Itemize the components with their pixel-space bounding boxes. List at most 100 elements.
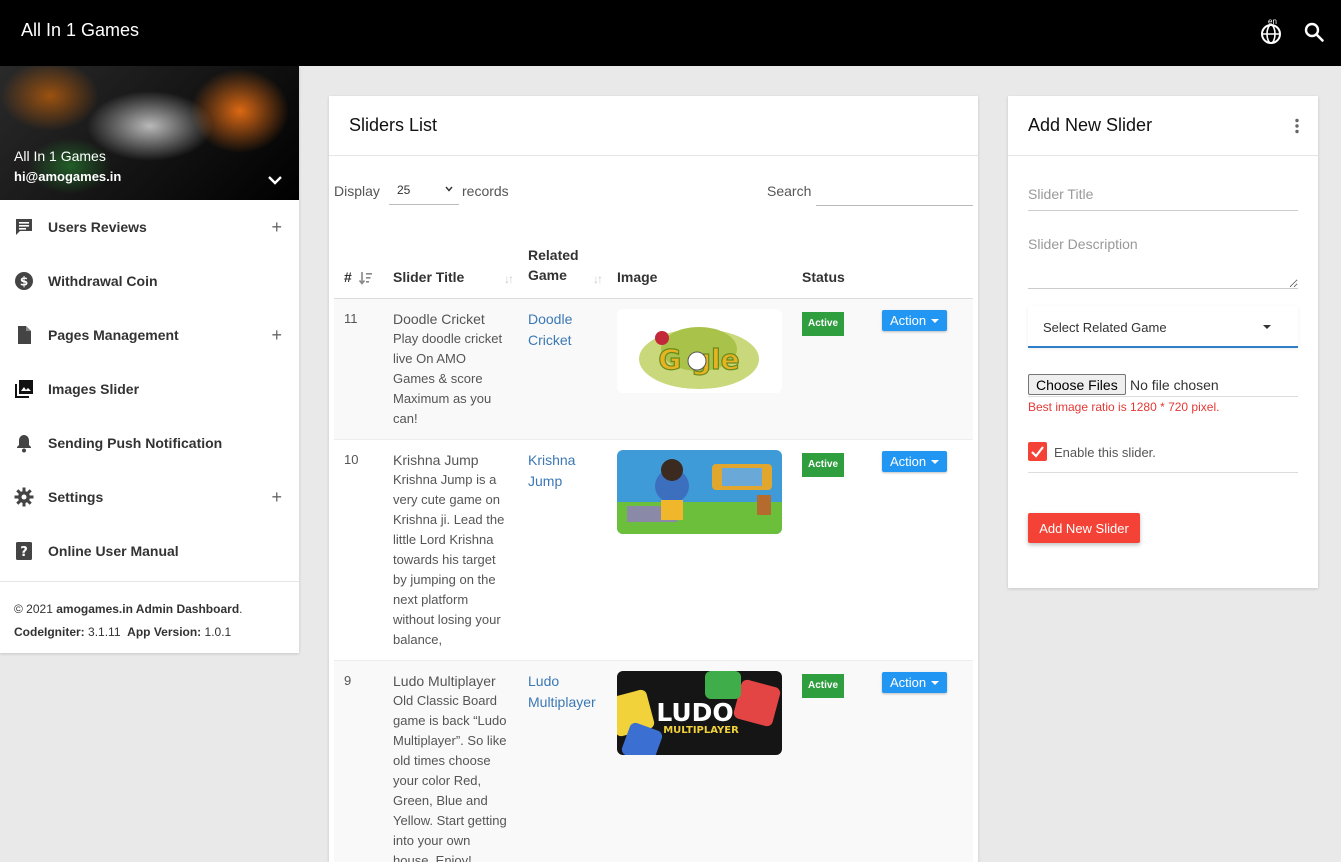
app-version: 1.0.1 bbox=[204, 625, 232, 639]
sidebar-item-settings[interactable]: Settings + bbox=[0, 470, 299, 524]
related-game-link[interactable]: Ludo Multiplayer bbox=[528, 673, 596, 710]
display-label: Display bbox=[334, 183, 380, 199]
sidebar-item-images-slider[interactable]: Images Slider bbox=[0, 362, 299, 416]
column-header-slider-title[interactable]: Slider Title ↓↑ bbox=[383, 236, 518, 299]
profile-menu-toggle[interactable] bbox=[265, 170, 285, 190]
table-row: 9 Ludo Multiplayer Old Classic Board gam… bbox=[334, 660, 973, 862]
slider-description-input[interactable] bbox=[1028, 236, 1298, 289]
search-label: Search bbox=[767, 183, 812, 199]
dollar-icon: $ bbox=[15, 272, 33, 290]
sidebar-item-label: Online User Manual bbox=[48, 543, 179, 559]
file-status: No file chosen bbox=[1130, 377, 1219, 393]
expand-plus-icon[interactable]: + bbox=[271, 487, 282, 507]
search-icon bbox=[1304, 22, 1324, 42]
enable-slider-label[interactable]: Enable this slider. bbox=[1054, 445, 1156, 460]
slider-title-cell: Ludo Multiplayer Old Classic Board game … bbox=[383, 660, 518, 862]
related-game-cell: Ludo Multiplayer bbox=[518, 660, 607, 862]
related-game-link[interactable]: Krishna Jump bbox=[528, 452, 575, 489]
slider-id: 9 bbox=[334, 660, 383, 862]
slider-title: Ludo Multiplayer bbox=[393, 672, 496, 689]
sort-icon: ↓↑ bbox=[593, 271, 603, 286]
enable-slider-checkbox[interactable] bbox=[1028, 442, 1047, 461]
language-button[interactable]: en bbox=[1258, 17, 1284, 45]
chevron-down-icon bbox=[268, 176, 282, 185]
copyright-line: © 2021 amogames.in Admin Dashboard. bbox=[14, 602, 243, 616]
related-game-cell: Doodle Cricket bbox=[518, 298, 607, 440]
slider-title-cell: Doodle Cricket Play doodle cricket live … bbox=[383, 298, 518, 440]
ludo-multiplayer-thumbnail: LUDO MULTIPLAYER bbox=[617, 670, 782, 755]
related-game-link[interactable]: Doodle Cricket bbox=[528, 311, 572, 348]
image-cell bbox=[607, 439, 792, 661]
add-slider-card: Add New Slider Select Related Game Choos… bbox=[1008, 96, 1318, 588]
sidebar-item-withdrawal-coin[interactable]: $ Withdrawal Coin bbox=[0, 254, 299, 308]
svg-text:?: ? bbox=[20, 545, 28, 560]
table-search-input[interactable] bbox=[816, 177, 973, 206]
profile-email: hi@amogames.in bbox=[14, 169, 122, 184]
records-per-page-select[interactable]: 25 bbox=[389, 177, 459, 205]
expand-plus-icon[interactable]: + bbox=[271, 325, 282, 345]
slider-title: Doodle Cricket bbox=[393, 310, 485, 327]
sort-icon: ↓↑ bbox=[504, 271, 514, 286]
profile-name: All In 1 Games bbox=[14, 148, 106, 164]
codeigniter-version: 3.1.11 bbox=[88, 625, 121, 639]
slider-id: 10 bbox=[334, 439, 383, 661]
status-cell: Active bbox=[792, 298, 872, 440]
sort-descending-icon bbox=[359, 271, 372, 285]
site-name: amogames.in Admin Dashboard bbox=[56, 602, 240, 616]
related-game-select[interactable]: Select Related Game bbox=[1028, 306, 1298, 348]
add-new-slider-button[interactable]: Add New Slider bbox=[1028, 513, 1140, 543]
chevron-down-icon bbox=[445, 186, 453, 192]
status-cell: Active bbox=[792, 660, 872, 862]
profile-banner: All In 1 Games hi@amogames.in bbox=[0, 66, 299, 200]
svg-text:$: $ bbox=[20, 275, 28, 289]
sidebar-item-online-user-manual[interactable]: ? Online User Manual bbox=[0, 524, 299, 578]
page-icon bbox=[18, 326, 31, 344]
column-header-id[interactable]: # bbox=[334, 236, 383, 299]
action-dropdown-button[interactable]: Action bbox=[882, 671, 948, 693]
sidebar-item-label: Pages Management bbox=[48, 327, 179, 343]
card-title: Sliders List bbox=[349, 115, 438, 135]
enable-slider-row: Enable this slider. bbox=[1028, 442, 1298, 473]
language-code: en bbox=[1268, 17, 1277, 26]
app-title[interactable]: All In 1 Games bbox=[21, 20, 139, 41]
bell-icon bbox=[17, 435, 31, 453]
search-button[interactable] bbox=[1302, 20, 1326, 44]
column-header-related-game[interactable]: Related Game ↓↑ bbox=[518, 236, 607, 299]
related-game-cell: Krishna Jump bbox=[518, 439, 607, 661]
caret-down-icon bbox=[931, 460, 940, 465]
records-label: records bbox=[462, 183, 509, 199]
column-header-actions bbox=[872, 236, 973, 299]
caret-down-icon bbox=[1263, 325, 1271, 329]
checkmark-icon bbox=[1031, 446, 1044, 458]
slider-title-input[interactable] bbox=[1028, 178, 1298, 211]
image-cell: LUDO MULTIPLAYER bbox=[607, 660, 792, 862]
sidebar-item-pages-management[interactable]: Pages Management + bbox=[0, 308, 299, 362]
status-badge: Active bbox=[802, 452, 845, 477]
sidebar-item-label: Withdrawal Coin bbox=[48, 273, 158, 289]
table-row: 11 Doodle Cricket Play doodle cricket li… bbox=[334, 298, 973, 440]
choose-files-button[interactable]: Choose Files bbox=[1028, 374, 1126, 395]
action-dropdown-button[interactable]: Action bbox=[882, 450, 948, 472]
column-header-image: Image bbox=[607, 236, 792, 299]
sidebar-item-users-reviews[interactable]: Users Reviews + bbox=[0, 200, 299, 254]
card-title: Add New Slider bbox=[1028, 115, 1153, 135]
sidebar-item-push-notification[interactable]: Sending Push Notification bbox=[0, 416, 299, 470]
caret-down-icon bbox=[931, 681, 940, 686]
sidebar-menu: Users Reviews + $ Withdrawal Coin Pages … bbox=[0, 200, 299, 578]
status-badge: Active bbox=[802, 673, 845, 698]
column-header-status: Status bbox=[792, 236, 872, 299]
caret-down-icon bbox=[931, 319, 940, 324]
slider-title: Krishna Jump bbox=[393, 451, 479, 468]
help-icon: ? bbox=[16, 542, 32, 560]
sliders-list-card: Sliders List Display 25 records Search #… bbox=[329, 96, 978, 862]
svg-text:MULTIPLAYER: MULTIPLAYER bbox=[663, 725, 739, 736]
action-cell: Action bbox=[872, 660, 973, 862]
table-row: 10 Krishna Jump Krishna Jump is a very c… bbox=[334, 439, 973, 661]
action-dropdown-button[interactable]: Action bbox=[882, 309, 948, 331]
more-vert-icon[interactable] bbox=[1294, 118, 1300, 134]
image-file-input: Choose Files No file chosen bbox=[1028, 374, 1298, 397]
krishna-jump-thumbnail bbox=[617, 449, 782, 534]
svg-text:LUDO: LUDO bbox=[656, 698, 733, 727]
slider-description: Old Classic Board game is back “Ludo Mul… bbox=[393, 692, 507, 862]
expand-plus-icon[interactable]: + bbox=[271, 217, 282, 237]
